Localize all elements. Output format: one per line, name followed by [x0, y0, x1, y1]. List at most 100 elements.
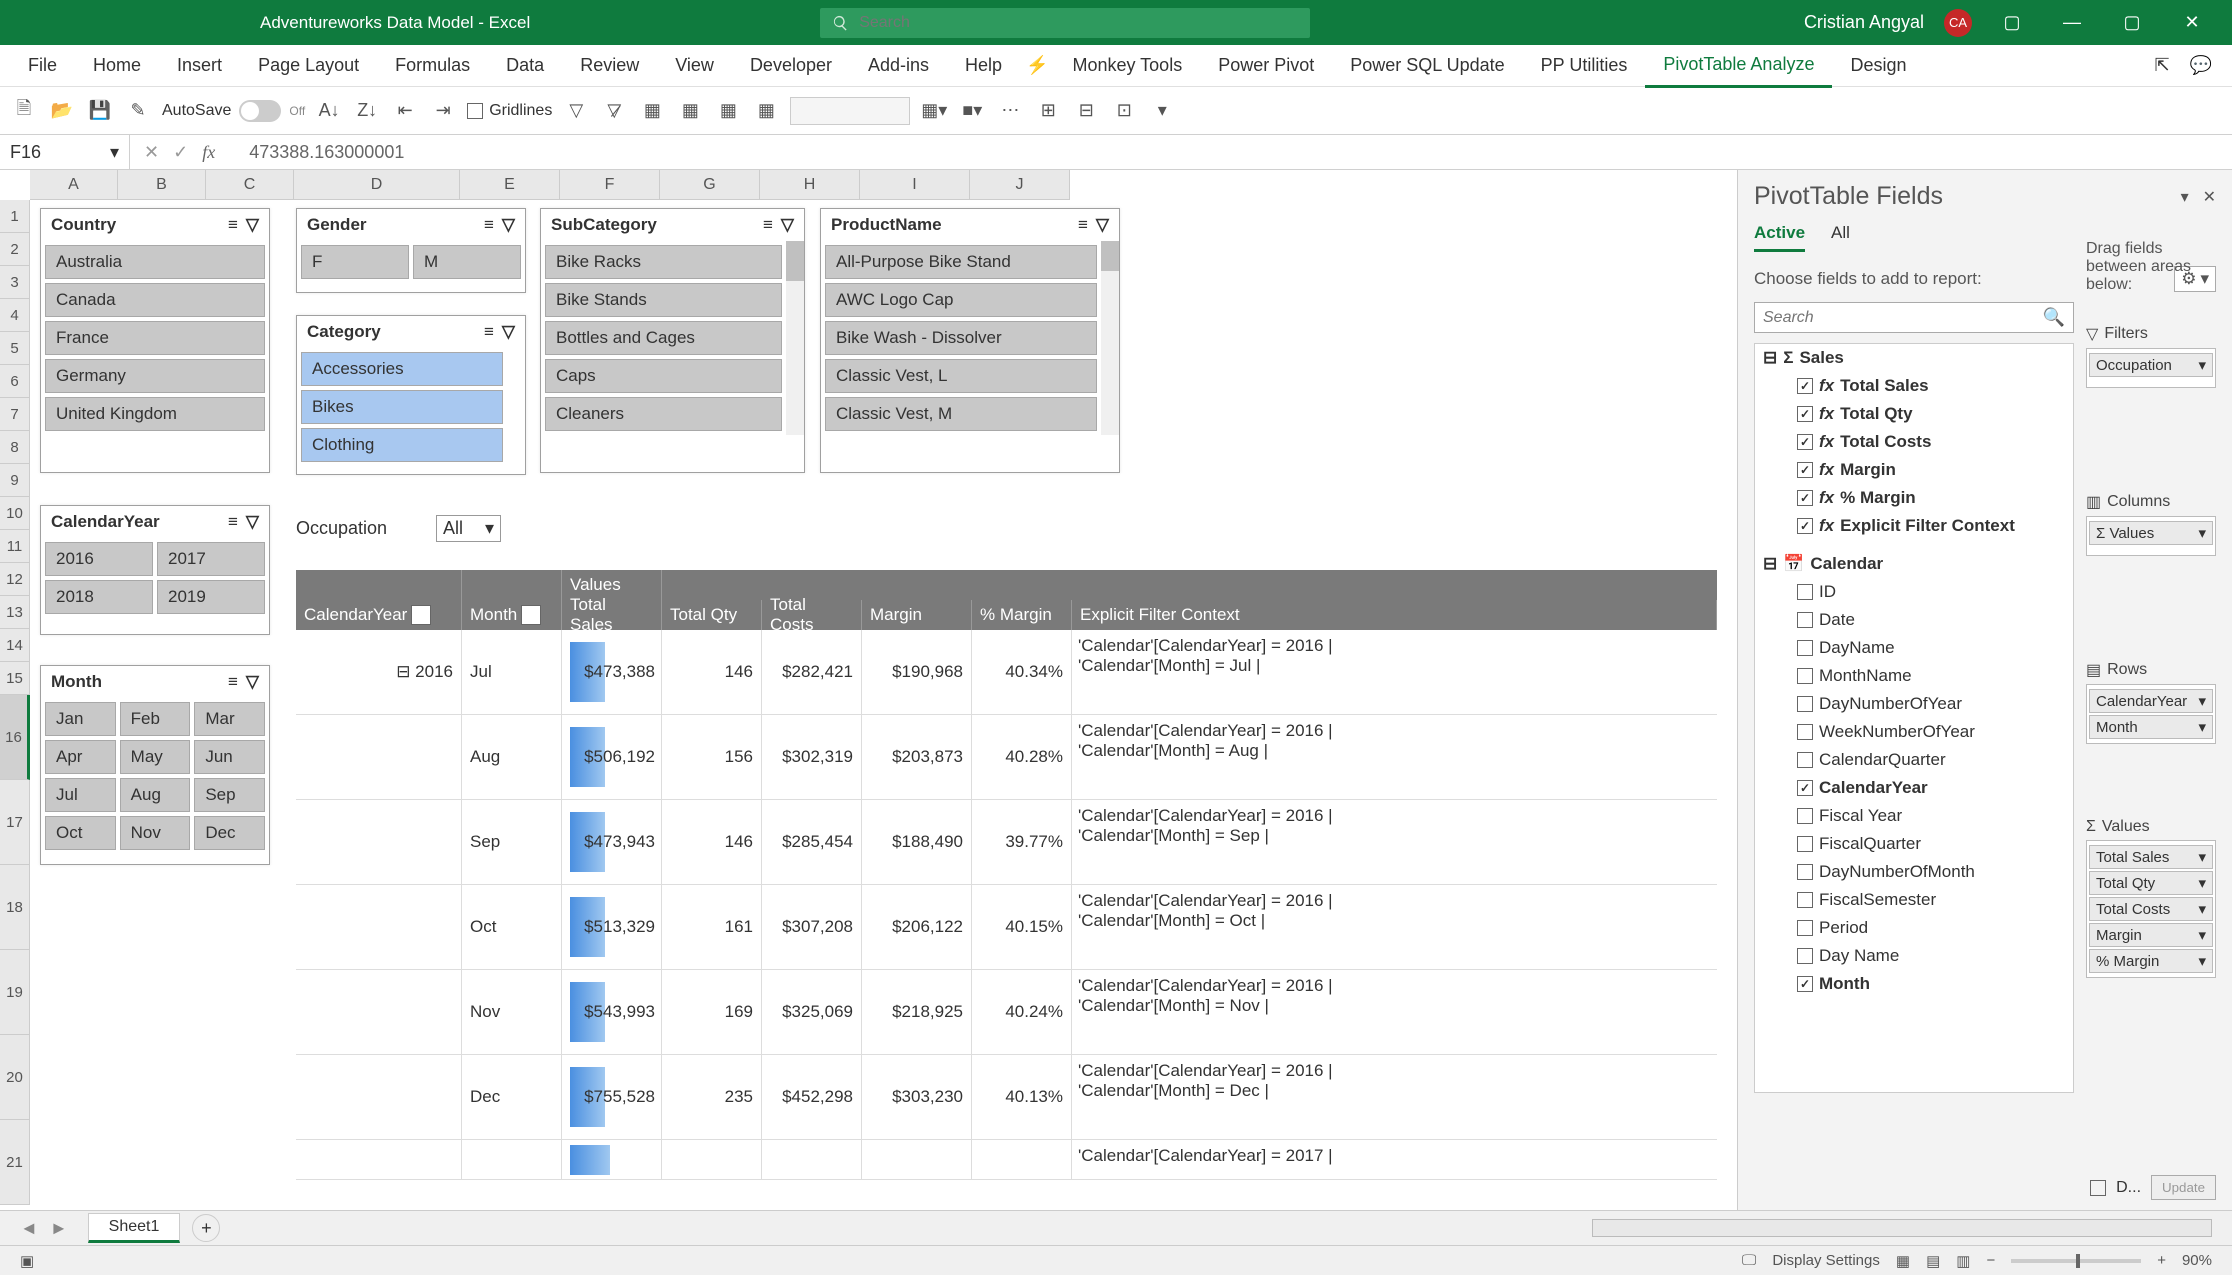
checkbox-icon[interactable]: ✓	[1797, 378, 1813, 394]
slicer-item[interactable]: Mar	[194, 702, 265, 736]
save-icon[interactable]: 💾	[86, 97, 114, 125]
checkbox-icon[interactable]: ✓	[1797, 490, 1813, 506]
col-header[interactable]: J	[970, 170, 1070, 200]
field-item[interactable]: MonthName	[1755, 662, 2073, 690]
indent-icon[interactable]: ⇥	[429, 97, 457, 125]
dropdown-icon[interactable]: ▾	[411, 605, 431, 625]
clear-filter-icon[interactable]: ▽	[502, 215, 515, 235]
collapse-icon[interactable]: ⊟	[1763, 554, 1777, 574]
slicer-item[interactable]: Cleaners	[545, 397, 782, 431]
worksheet[interactable]: ABCDEFGHIJ 12345678910111213141516171819…	[0, 170, 1737, 1210]
tab-home[interactable]: Home	[75, 45, 159, 86]
scrollbar[interactable]	[786, 241, 804, 435]
row-header[interactable]: 13	[0, 596, 30, 629]
more-icon-6[interactable]: ⊡	[1110, 97, 1138, 125]
chevron-down-icon[interactable]: ▾	[2198, 926, 2206, 944]
normal-view-icon[interactable]: ▦	[1896, 1252, 1910, 1270]
chevron-down-icon[interactable]: ▾	[2198, 718, 2206, 736]
checkbox-icon[interactable]	[1797, 668, 1813, 684]
checkbox-icon[interactable]	[1797, 696, 1813, 712]
values-dropzone[interactable]: Total Sales ▾Total Qty ▾Total Costs ▾Mar…	[2086, 840, 2216, 978]
multiselect-icon[interactable]: ≡	[484, 322, 494, 342]
slicer-item[interactable]: Apr	[45, 740, 116, 774]
next-sheet-icon[interactable]: ►	[50, 1218, 68, 1239]
fields-search-input[interactable]	[1763, 309, 2043, 327]
add-sheet-button[interactable]: +	[192, 1214, 220, 1242]
multiselect-icon[interactable]: ≡	[228, 512, 238, 532]
tab-monkeytools[interactable]: Monkey Tools	[1054, 45, 1200, 86]
row-header[interactable]: 20	[0, 1035, 30, 1120]
chevron-down-icon[interactable]: ▾	[2198, 848, 2206, 866]
zoom-slider[interactable]	[2011, 1259, 2141, 1263]
comments-icon[interactable]: 💬	[2190, 55, 2212, 76]
row-header[interactable]: 18	[0, 865, 30, 950]
slicer-category[interactable]: Category ≡▽ AccessoriesBikesClothing	[296, 315, 526, 475]
checkbox-icon[interactable]	[1797, 948, 1813, 964]
row-header[interactable]: 4	[0, 299, 30, 332]
checkbox-icon[interactable]	[1797, 892, 1813, 908]
new-icon[interactable]: 🗎	[10, 97, 38, 125]
row-header[interactable]: 5	[0, 332, 30, 365]
field-item[interactable]: FiscalQuarter	[1755, 830, 2073, 858]
slicer-item[interactable]: Canada	[45, 283, 265, 317]
field-group-calendar[interactable]: ⊟ 📅 Calendar	[1755, 550, 2073, 578]
fields-tree[interactable]: ⊟ Σ Sales✓ fx Total Sales✓ fx Total Qty✓…	[1754, 343, 2074, 1093]
slicer-item[interactable]: Classic Vest, L	[825, 359, 1097, 393]
field-item[interactable]: CalendarQuarter	[1755, 746, 2073, 774]
slicer-country[interactable]: Country ≡▽ AustraliaCanadaFranceGermanyU…	[40, 208, 270, 473]
slicer-item[interactable]: 2019	[157, 580, 265, 614]
checkbox-icon[interactable]	[1797, 752, 1813, 768]
tab-help[interactable]: Help	[947, 45, 1020, 86]
row-header[interactable]: 2	[0, 233, 30, 266]
col-header[interactable]: H	[760, 170, 860, 200]
more-icon-2[interactable]: ■▾	[958, 97, 986, 125]
fx-icon[interactable]: fx	[202, 142, 215, 163]
chevron-down-icon[interactable]: ▾	[2198, 952, 2206, 970]
tab-addins[interactable]: Add-ins	[850, 45, 947, 86]
row-header[interactable]: 21	[0, 1120, 30, 1205]
slicer-item[interactable]: 2017	[157, 542, 265, 576]
slicer-item[interactable]: AWC Logo Cap	[825, 283, 1097, 317]
multiselect-icon[interactable]: ≡	[763, 215, 773, 235]
field-item[interactable]: Date	[1755, 606, 2073, 634]
row-header[interactable]: 17	[0, 780, 30, 865]
zoom-level[interactable]: 90%	[2182, 1252, 2212, 1269]
slicer-item[interactable]: Jan	[45, 702, 116, 736]
scrollbar[interactable]	[1101, 241, 1119, 435]
close-pane-icon[interactable]: ✕	[2203, 187, 2216, 207]
fields-search[interactable]: 🔍	[1754, 302, 2074, 333]
slicer-item[interactable]: Bike Wash - Dissolver	[825, 321, 1097, 355]
chevron-down-icon[interactable]: ▾	[2198, 692, 2206, 710]
chevron-down-icon[interactable]: ▾	[2198, 900, 2206, 918]
slicer-item[interactable]: Bottles and Cages	[545, 321, 782, 355]
field-pill[interactable]: Margin ▾	[2089, 923, 2213, 947]
rows-dropzone[interactable]: CalendarYear ▾Month ▾	[2086, 684, 2216, 744]
minimize-button[interactable]: —	[2052, 8, 2092, 38]
checkbox-icon[interactable]	[1797, 612, 1813, 628]
slicer-item[interactable]: Bike Stands	[545, 283, 782, 317]
multiselect-icon[interactable]: ≡	[228, 672, 238, 692]
zoom-out-icon[interactable]: −	[1986, 1252, 1995, 1269]
field-pill[interactable]: Month ▾	[2089, 715, 2213, 739]
col-header[interactable]: A	[30, 170, 118, 200]
slicer-item[interactable]: Nov	[120, 816, 191, 850]
checkbox-icon[interactable]	[1797, 724, 1813, 740]
accept-formula-icon[interactable]: ✓	[173, 142, 188, 163]
tab-pagelayout[interactable]: Page Layout	[240, 45, 377, 86]
maximize-button[interactable]: ▢	[2112, 8, 2152, 38]
share-icon[interactable]: ⇱	[2154, 55, 2169, 76]
tab-review[interactable]: Review	[562, 45, 657, 86]
field-pill[interactable]: Σ Values ▾	[2089, 521, 2213, 545]
clear-filter-icon[interactable]: ▽	[246, 512, 259, 532]
col-header[interactable]: C	[206, 170, 294, 200]
slicer-item[interactable]: Germany	[45, 359, 265, 393]
checkbox-icon[interactable]: ✓	[1797, 518, 1813, 534]
dropdown-icon[interactable]: ▾	[521, 605, 541, 625]
slicer-item[interactable]: Bike Racks	[545, 245, 782, 279]
slicer-calendaryear[interactable]: CalendarYear ≡▽ 2016201720182019	[40, 505, 270, 635]
field-group-sales[interactable]: ⊟ Σ Sales	[1755, 344, 2073, 372]
chart-icon[interactable]: ▦	[714, 97, 742, 125]
row-header[interactable]: 14	[0, 629, 30, 662]
display-settings[interactable]: Display Settings	[1772, 1252, 1880, 1269]
tab-active[interactable]: Active	[1754, 223, 1805, 252]
